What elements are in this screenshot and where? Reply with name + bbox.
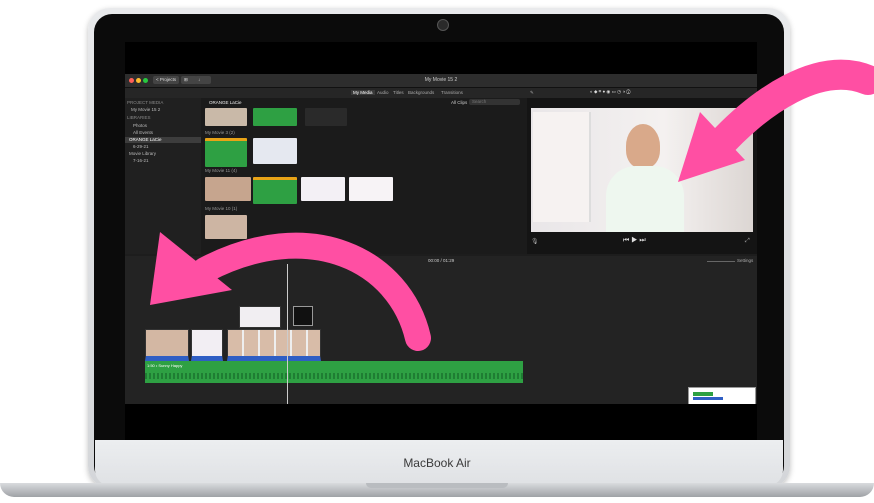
pink-arrow-right [700, 59, 874, 165]
pink-arrow-left [192, 232, 431, 351]
annotation-arrows [150, 59, 874, 351]
